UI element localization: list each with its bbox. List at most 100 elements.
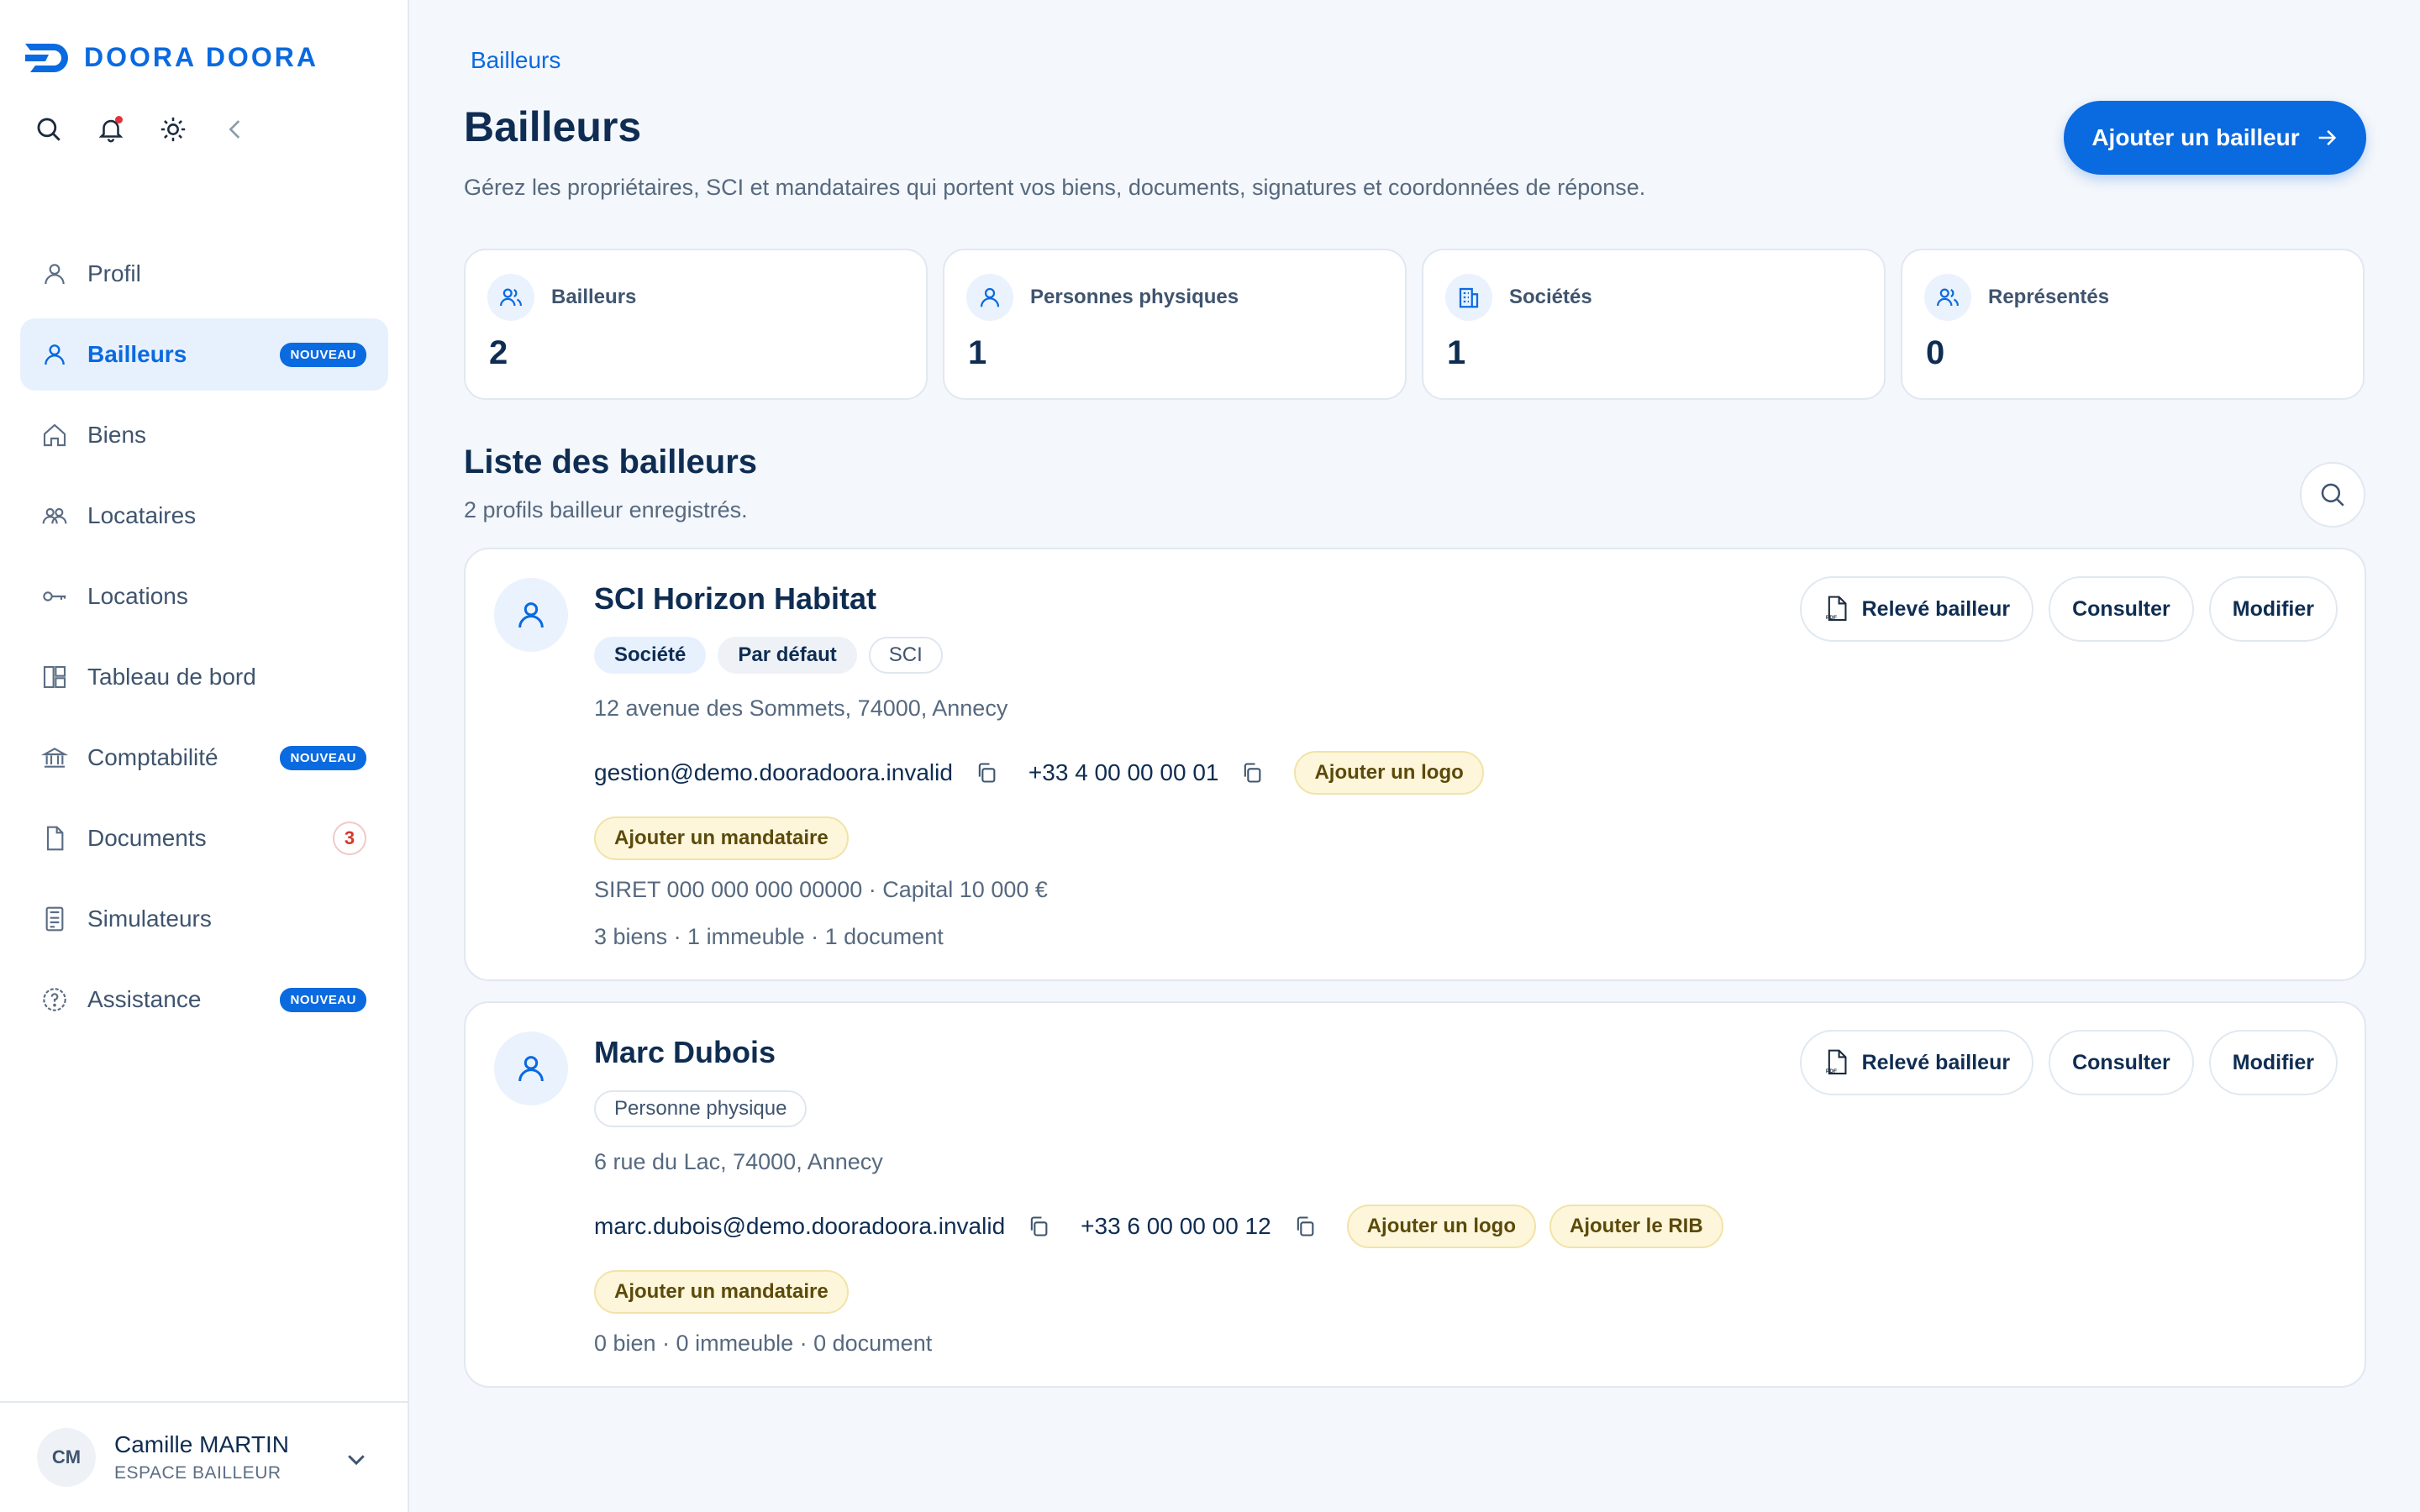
user-role: ESPACE BAILLEUR (114, 1463, 281, 1483)
landlord-address: 6 rue du Lac, 74000, Annecy (594, 1149, 883, 1174)
brand-logo[interactable]: DOORA DOORA (25, 42, 318, 73)
sidebar-nav: Profil Bailleurs NOUVEAU Biens Locataire… (20, 238, 388, 1044)
user-icon (966, 274, 1013, 321)
landlord-summary: 0 bien · 0 immeuble · 0 document (594, 1331, 933, 1356)
contact-row: gestion@demo.dooradoora.invalid +33 4 00… (594, 751, 1497, 795)
stats-row: Bailleurs 2 Personnes physiques 1 Sociét… (464, 249, 2365, 400)
tag-type: Personne physique (594, 1090, 808, 1127)
sidebar-item-simulateurs[interactable]: Simulateurs (20, 883, 388, 955)
add-logo-button[interactable]: Ajouter un logo (1294, 751, 1484, 795)
sidebar-item-bailleurs[interactable]: Bailleurs NOUVEAU (20, 318, 388, 391)
sidebar-item-profil[interactable]: Profil (20, 238, 388, 310)
users-icon (487, 274, 534, 321)
sidebar-item-tableau-de-bord[interactable]: Tableau de bord (20, 641, 388, 713)
view-label: Consulter (2072, 596, 2170, 621)
chevron-down-icon[interactable] (344, 1446, 369, 1472)
search-icon[interactable] (34, 114, 64, 144)
sidebar-item-assistance[interactable]: Assistance NOUVEAU (20, 963, 388, 1036)
copy-icon[interactable] (975, 761, 998, 785)
landlord-legal-info: SIRET 000 000 000 00000 · Capital 10 000… (594, 877, 1048, 902)
contact-row: marc.dubois@demo.dooradoora.invalid +33 … (594, 1205, 1737, 1248)
search-button[interactable] (2300, 462, 2365, 528)
landlord-email: gestion@demo.dooradoora.invalid (594, 759, 953, 785)
bell-icon[interactable] (96, 114, 126, 144)
add-landlord-button[interactable]: Ajouter un bailleur (2064, 101, 2366, 175)
sidebar: DOORA DOORA Profil Bailleurs NOUVEAU Bie… (0, 0, 409, 1512)
copy-icon[interactable] (1027, 1215, 1050, 1238)
sidebar-item-label: Documents (87, 825, 207, 851)
add-logo-button[interactable]: Ajouter un logo (1346, 1205, 1536, 1248)
user-menu[interactable]: CM Camille MARTIN ESPACE BAILLEUR (0, 1401, 408, 1512)
stat-card-representes: Représentés 0 (1901, 249, 2365, 400)
stat-card-personnes-physiques: Personnes physiques 1 (943, 249, 1407, 400)
statement-label: Relevé bailleur (1861, 596, 2011, 621)
stat-label: Bailleurs (551, 286, 637, 308)
sidebar-item-locataires[interactable]: Locataires (20, 480, 388, 552)
calculator-icon (40, 905, 69, 933)
landlord-phone: +33 4 00 00 00 01 (1028, 759, 1219, 785)
svg-text:PDF: PDF (1826, 1068, 1837, 1074)
brand-name: DOORA DOORA (84, 42, 318, 72)
edit-label: Modifier (2232, 596, 2314, 621)
sidebar-item-label: Bailleurs (87, 341, 187, 367)
add-rib-button[interactable]: Ajouter le RIB (1549, 1205, 1723, 1248)
help-icon (40, 985, 69, 1014)
dashboard-icon (40, 663, 69, 691)
list-subtitle: 2 profils bailleur enregistrés. (464, 497, 748, 522)
users-icon (1924, 274, 1971, 321)
card-actions: PDF Relevé bailleur Consulter Modifier (1799, 576, 2338, 642)
new-badge: NOUVEAU (280, 745, 366, 770)
statement-button[interactable]: PDF Relevé bailleur (1799, 576, 2034, 642)
copy-icon[interactable] (1240, 761, 1264, 785)
statement-button[interactable]: PDF Relevé bailleur (1799, 1030, 2034, 1095)
user-icon (40, 260, 69, 288)
collapse-chevron-icon[interactable] (220, 114, 250, 144)
sidebar-item-biens[interactable]: Biens (20, 399, 388, 471)
arrow-right-icon (2318, 129, 2336, 146)
bank-icon (40, 743, 69, 772)
sidebar-item-comptabilite[interactable]: Comptabilité NOUVEAU (20, 722, 388, 794)
edit-button[interactable]: Modifier (2208, 1030, 2338, 1095)
user-icon (494, 1032, 568, 1105)
landlord-name[interactable]: SCI Horizon Habitat (594, 581, 876, 617)
user-name: Camille MARTIN (114, 1431, 289, 1457)
card-actions: PDF Relevé bailleur Consulter Modifier (1799, 1030, 2338, 1095)
sidebar-toolbar (34, 114, 250, 144)
landlord-phone: +33 6 00 00 00 12 (1081, 1213, 1271, 1239)
sidebar-item-label: Tableau de bord (87, 664, 256, 690)
home-icon (40, 421, 69, 449)
notification-dot (115, 116, 123, 123)
sidebar-item-label: Locations (87, 583, 188, 609)
view-button[interactable]: Consulter (2049, 1030, 2194, 1095)
add-mandataire-button[interactable]: Ajouter un mandataire (594, 816, 849, 860)
svg-text:PDF: PDF (1826, 615, 1837, 621)
page-title: Bailleurs (464, 103, 642, 150)
view-label: Consulter (2072, 1050, 2170, 1074)
landlord-name[interactable]: Marc Dubois (594, 1035, 776, 1070)
tag-default: Par défaut (718, 637, 857, 674)
user-icon (494, 578, 568, 652)
tag-legal-form: SCI (868, 637, 943, 674)
landlord-email: marc.dubois@demo.dooradoora.invalid (594, 1213, 1006, 1239)
edit-button[interactable]: Modifier (2208, 576, 2338, 642)
sidebar-item-label: Biens (87, 422, 147, 448)
breadcrumb[interactable]: Bailleurs (471, 47, 560, 74)
mandataire-row: Ajouter un mandataire (594, 816, 862, 860)
page-subtitle: Gérez les propriétaires, SCI et mandatai… (464, 175, 1646, 200)
stat-value: 0 (1926, 334, 1945, 371)
sidebar-item-locations[interactable]: Locations (20, 560, 388, 633)
add-landlord-label: Ajouter un bailleur (2091, 124, 2300, 150)
stat-value: 2 (489, 334, 508, 371)
statement-label: Relevé bailleur (1861, 1050, 2011, 1074)
sun-icon[interactable] (158, 114, 188, 144)
sidebar-item-documents[interactable]: Documents 3 (20, 802, 388, 874)
view-button[interactable]: Consulter (2049, 576, 2194, 642)
user-info: Camille MARTIN ESPACE BAILLEUR (114, 1431, 289, 1483)
stat-label: Représentés (1988, 286, 2110, 308)
file-icon (40, 824, 69, 853)
copy-icon[interactable] (1293, 1215, 1317, 1238)
add-mandataire-button[interactable]: Ajouter un mandataire (594, 1270, 849, 1314)
stat-value: 1 (1447, 334, 1466, 371)
sidebar-item-label: Profil (87, 260, 141, 286)
sidebar-item-label: Simulateurs (87, 906, 212, 932)
